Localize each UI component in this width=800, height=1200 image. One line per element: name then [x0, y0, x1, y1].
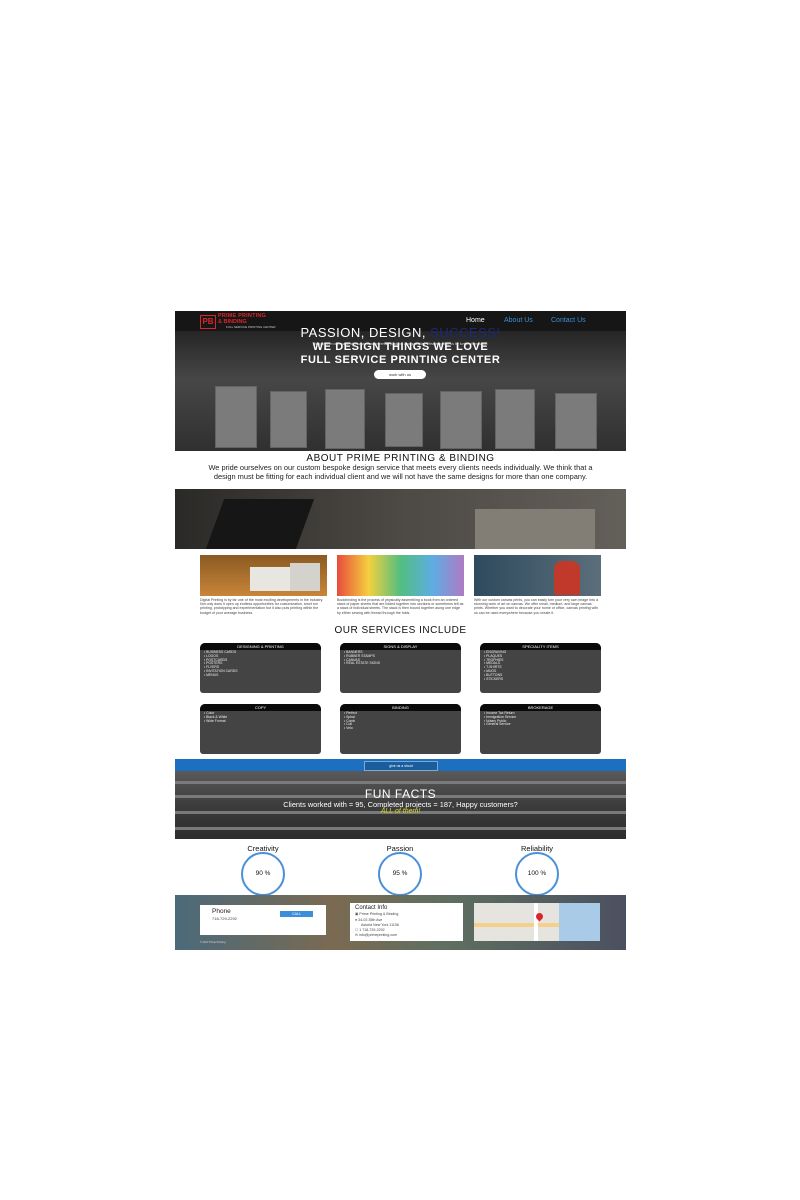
copyright: © 2017 Prime Printing [200, 941, 226, 944]
service-card-title: DESIGNING & PRINTING [200, 643, 321, 650]
call-button[interactable]: CALL [280, 911, 313, 917]
service-card-title: BROKERAGE [480, 704, 601, 711]
contact-line: ● 34-03 35th Ave [355, 918, 382, 922]
map-water [559, 903, 600, 941]
nav-link-contact[interactable]: Contact Us [551, 317, 586, 324]
map-road [534, 903, 538, 941]
service-list: BANNERS RUBBER STAMPS CANVAS REAL ESTATE… [344, 650, 457, 666]
stair-stripe [175, 781, 626, 784]
service-list: BUSINESS CARDS LOGOS POSTCARDS POSTERS F… [204, 650, 317, 678]
passion-title-main: PASSION, DESIGN, [300, 325, 431, 340]
nav-link-home[interactable]: Home [466, 317, 485, 324]
service-item: General Service [484, 723, 597, 727]
printer-shape [290, 563, 320, 591]
work-with-us-button[interactable]: work with us [374, 370, 426, 379]
stat-circle-reliability: 100 % [515, 852, 559, 896]
canvas-printing-image [474, 555, 601, 596]
passion-title: PASSION, DESIGN, SUCCESS! [175, 325, 626, 340]
service-card: COPY Color Black & White Wide Format [200, 704, 321, 754]
contact-company: Prime Printing & Binding [359, 912, 399, 916]
service-card-title: SPECIALITY ITEMS [480, 643, 601, 650]
services-title: OUR SERVICES INCLUDE [334, 625, 467, 636]
service-card-title: COPY [200, 704, 321, 711]
nav-link-about[interactable]: About Us [504, 317, 533, 324]
contact-line: ▣ Prime Printing & Binding [355, 912, 398, 916]
feature-caption: With our custom canvas prints, you can e… [474, 598, 599, 615]
service-card: BINDING Perfect Spiral Comb Coil Velo [340, 704, 461, 754]
contact-email[interactable]: info@primeprinting.com [359, 933, 397, 937]
service-card: DESIGNING & PRINTING BUSINESS CARDS LOGO… [200, 643, 321, 693]
service-list: Perfect Spiral Comb Coil Velo [344, 711, 457, 731]
service-card: SPECIALITY ITEMS ENGRAVING PLAQUES TROPH… [480, 643, 601, 693]
passion-banner [175, 489, 626, 549]
person-shape [554, 561, 580, 595]
fun-facts-title: FUN FACTS [364, 787, 437, 801]
page: PB PRIME PRINTING & BINDING FULL SERVICE… [175, 311, 626, 950]
give-us-a-shout-button[interactable]: give us a shout [364, 761, 438, 771]
map-widget[interactable] [474, 903, 600, 941]
service-card: SIGNS & DISPLAY BANNERS RUBBER STAMPS CA… [340, 643, 461, 693]
service-list: ENGRAVING PLAQUES TROPHIES MEDALS T-SHIR… [484, 650, 597, 682]
service-card-title: SIGNS & DISPLAY [340, 643, 461, 650]
stat-circle-creativity: 90 % [241, 852, 285, 896]
service-item: REAL ESTATE SIGNS [344, 662, 457, 666]
service-item: MENUS [204, 673, 317, 678]
feature-caption: Digital Printing is by far one of the mo… [200, 598, 324, 615]
phone-label: Phone [212, 908, 231, 915]
passion-subtitle: We can even offer same day turnaround fo… [312, 342, 489, 346]
service-card-title: BINDING [340, 704, 461, 711]
contact-phone: 1 718-729-2292 [359, 928, 385, 932]
contact-line[interactable]: ✉ info@primeprinting.com [355, 933, 397, 937]
passion-title-highlight: SUCCESS! [430, 325, 501, 340]
service-card: BROKERAGE Income Tax Return Immigration … [480, 704, 601, 754]
service-item: Velo [344, 726, 457, 731]
service-list: Color Black & White Wide Format [204, 711, 317, 724]
feature-caption: Bookbinding is the process of physically… [337, 598, 464, 615]
contact-city: Astoria New York 11106 [361, 923, 399, 927]
passion-overlay [175, 489, 626, 549]
about-text: We pride ourselves on our custom bespoke… [208, 463, 593, 481]
hero-subtitle: FULL SERVICE PRINTING CENTER [300, 354, 501, 366]
fun-facts-highlight: ALL of them! [380, 808, 421, 815]
contact-line: ☐ 1 718-729-2292 [355, 928, 385, 932]
contact-street: 34-03 35th Ave [358, 918, 383, 922]
bookbinding-image [337, 555, 464, 596]
digital-printing-image [200, 555, 327, 596]
stair-stripe [175, 827, 626, 830]
contact-info-label: Contact Info [355, 905, 388, 911]
service-list: Income Tax Return Immigration Service No… [484, 711, 597, 727]
service-item: STICKERS [484, 677, 597, 682]
stat-circle-passion: 95 % [378, 852, 422, 896]
phone-number: 718-729-2292 [212, 916, 237, 921]
service-item: Wide Format [204, 719, 317, 724]
printer-shape [250, 567, 290, 591]
